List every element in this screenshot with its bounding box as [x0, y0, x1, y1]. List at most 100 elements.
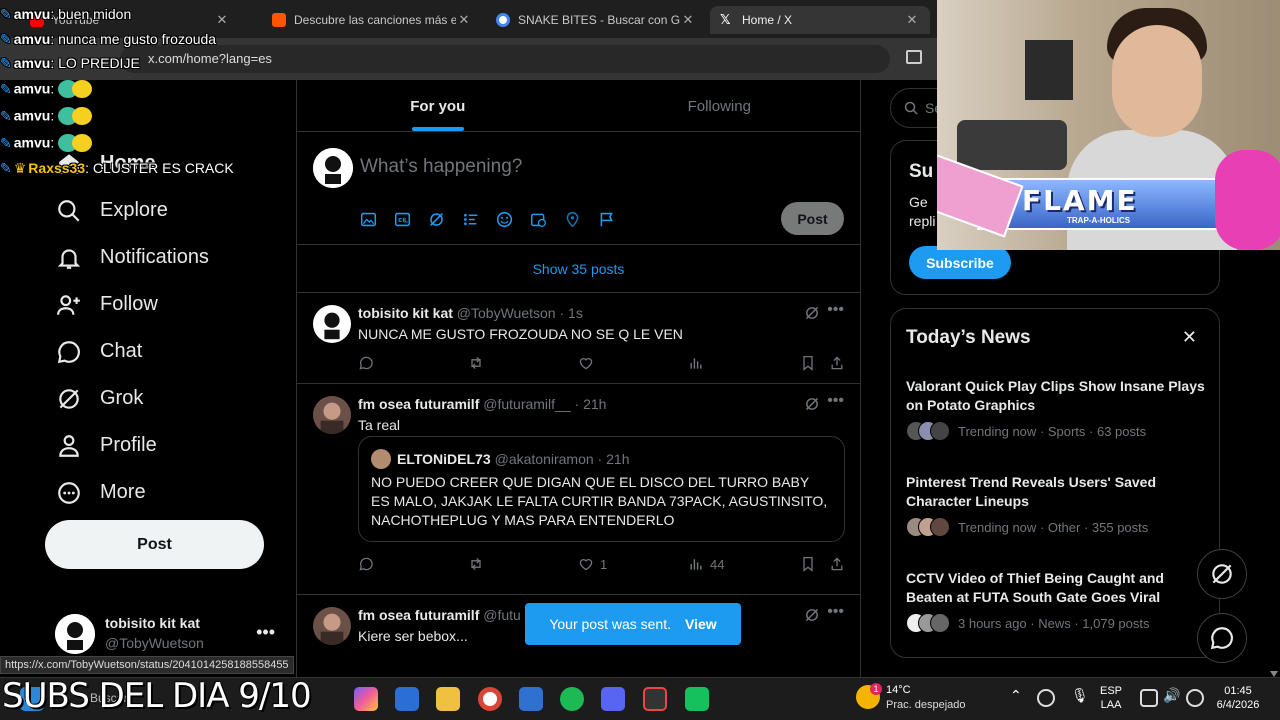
tweet-author-name[interactable]: tobisito kit kat	[358, 305, 453, 321]
browser-tab-google[interactable]: SNAKE BITES - Buscar con Google ✕	[486, 6, 706, 34]
subscribe-button[interactable]: Subscribe	[909, 246, 1011, 279]
browser-tab-soundcloud[interactable]: Descubre las canciones más escuchadas ✕	[262, 6, 482, 34]
close-tab-icon[interactable]: ✕	[456, 12, 472, 28]
chevron-up-icon[interactable]: ⌃	[1010, 688, 1022, 702]
google-icon	[496, 13, 510, 27]
account-switcher[interactable]: tobisito kit kat @TobyWuetson •••	[55, 612, 285, 656]
bookmark-icon[interactable]	[800, 355, 816, 371]
bell-icon	[57, 248, 81, 269]
composer-post-button[interactable]: Post	[781, 202, 844, 235]
lang-code: ESP	[1100, 685, 1123, 697]
app-icon[interactable]	[643, 687, 667, 711]
avatar[interactable]	[313, 305, 351, 343]
composer-input[interactable]: What’s happening?	[360, 156, 522, 178]
nav-item-follow[interactable]: Follow	[40, 281, 290, 328]
microphone-icon[interactable]: 🎙	[1071, 688, 1089, 702]
tab-for-you[interactable]: For you	[297, 80, 579, 131]
avatar[interactable]	[313, 607, 351, 645]
grok-icon[interactable]	[804, 305, 820, 321]
tweet-time[interactable]: 21h	[583, 396, 606, 412]
install-app-icon[interactable]	[906, 50, 922, 64]
schedule-icon[interactable]	[530, 210, 564, 228]
url-field[interactable]: x.com/home?lang=es	[120, 45, 890, 73]
emoji-icon[interactable]	[496, 210, 530, 228]
close-tab-icon[interactable]: ✕	[904, 12, 920, 28]
file-explorer-icon[interactable]	[436, 687, 460, 711]
volume-icon[interactable]: 🔊	[1163, 688, 1180, 702]
show-new-posts[interactable]: Show 35 posts	[297, 245, 860, 293]
nav-item-profile[interactable]: Profile	[40, 422, 290, 469]
toast-view-link[interactable]: View	[685, 616, 717, 632]
tweet-author-handle[interactable]: @futuramilf__	[483, 396, 570, 412]
gif-icon[interactable]	[394, 210, 428, 228]
like-button[interactable]: 1	[578, 556, 688, 572]
spotify-icon[interactable]	[560, 687, 584, 711]
like-button[interactable]	[578, 355, 688, 371]
more-dots-icon[interactable]: •••	[827, 603, 844, 621]
messages-fab[interactable]	[1197, 613, 1247, 663]
news-item[interactable]: CCTV Video of Thief Being Caught and Bea…	[906, 569, 1206, 633]
news-meta: Trending now · Sports · 63 posts	[958, 423, 1147, 439]
nav-item-explore[interactable]: Explore	[40, 187, 290, 234]
repost-button[interactable]	[468, 556, 578, 572]
tweet[interactable]: fm osea futuramilf @futuramilf__ · 21h T…	[297, 384, 860, 595]
language-indicator[interactable]: ESP LAA	[1100, 684, 1122, 712]
repost-button[interactable]	[468, 355, 578, 371]
more-dots-icon[interactable]: •••	[827, 392, 844, 410]
tweet-author-handle[interactable]: @futu	[483, 607, 521, 623]
reply-button[interactable]	[358, 556, 468, 572]
network-off-icon[interactable]	[1037, 689, 1055, 707]
quoted-tweet[interactable]: ELTONiDEL73 @akatoniramon · 21h NO PUEDO…	[358, 436, 845, 542]
news-item[interactable]: Pinterest Trend Reveals Users' Saved Cha…	[906, 473, 1206, 537]
tab-following[interactable]: Following	[579, 80, 861, 131]
kick-icon[interactable]	[685, 687, 709, 711]
sidebar-post-button[interactable]: Post	[45, 520, 264, 569]
pen-badge-icon: ✎	[0, 160, 12, 176]
bookmark-icon[interactable]	[800, 556, 816, 572]
nav-item-grok[interactable]: Grok	[40, 375, 290, 422]
more-dots-icon[interactable]: •••	[827, 301, 844, 319]
store-icon[interactable]	[519, 687, 543, 711]
share-icon[interactable]	[829, 556, 845, 572]
tweet-author-name[interactable]: fm osea futuramilf	[358, 607, 479, 623]
discord-icon[interactable]	[601, 687, 625, 711]
grok-icon[interactable]	[428, 210, 462, 228]
tweet-author-name[interactable]: fm osea futuramilf	[358, 396, 479, 412]
news-headline: CCTV Video of Thief Being Caught and Bea…	[906, 570, 1164, 605]
grok-icon[interactable]	[804, 396, 820, 412]
outlook-icon[interactable]	[395, 687, 419, 711]
chat-line: ✎ amvu: buen midon	[0, 6, 132, 22]
chrome-icon[interactable]	[478, 687, 502, 711]
grok-fab[interactable]	[1197, 549, 1247, 599]
shield-icon[interactable]	[1186, 689, 1204, 707]
avatar[interactable]	[313, 396, 351, 434]
nav-item-more[interactable]: More	[40, 469, 290, 516]
browser-tab-x-home[interactable]: 𝕏 Home / X ✕	[710, 6, 930, 34]
quoted-tweet-header: ELTONiDEL73 @akatoniramon · 21h	[371, 449, 629, 469]
news-item[interactable]: Valorant Quick Play Clips Show Insane Pl…	[906, 377, 1206, 441]
poll-icon[interactable]	[462, 210, 496, 228]
share-icon[interactable]	[829, 355, 845, 371]
views-button[interactable]	[688, 355, 798, 371]
image-icon[interactable]	[360, 210, 394, 228]
avatar	[371, 449, 391, 469]
close-tab-icon[interactable]: ✕	[214, 12, 230, 28]
clock[interactable]: 01:45 6/4/2026	[1213, 684, 1263, 712]
nav-item-notifications[interactable]: Notifications	[40, 234, 290, 281]
views-button[interactable]: 44	[688, 556, 798, 572]
close-icon[interactable]: ✕	[1182, 327, 1197, 348]
tweet[interactable]: tobisito kit kat @TobyWuetson · 1s NUNCA…	[297, 293, 860, 384]
tweet-author-handle[interactable]: @TobyWuetson	[457, 305, 556, 321]
nav-item-chat[interactable]: Chat	[40, 328, 290, 375]
flag-icon[interactable]	[598, 210, 632, 228]
grok-icon[interactable]	[804, 607, 820, 623]
account-name: tobisito kit kat	[105, 615, 200, 631]
display-icon[interactable]	[1140, 689, 1158, 707]
copilot-icon[interactable]	[354, 687, 378, 711]
tweet-time[interactable]: 1s	[568, 305, 583, 321]
pen-badge-icon: ✎	[0, 107, 12, 124]
pen-badge-icon: ✎	[0, 80, 12, 97]
reply-button[interactable]	[358, 355, 468, 371]
more-dots-icon[interactable]: •••	[256, 622, 275, 643]
close-tab-icon[interactable]: ✕	[680, 12, 696, 28]
